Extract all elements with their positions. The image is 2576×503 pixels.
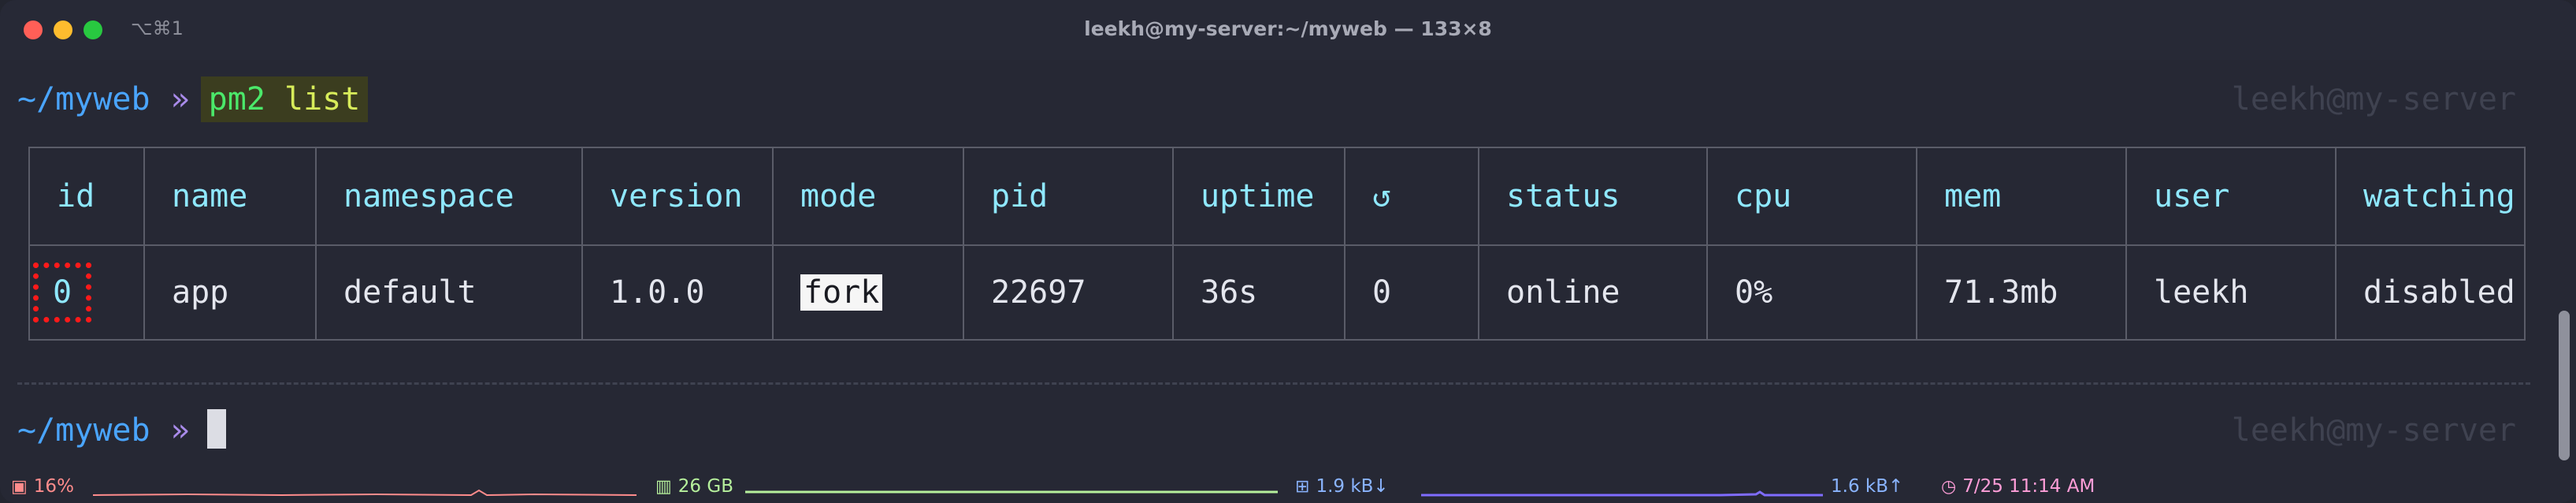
memory-sparkline: [745, 490, 1278, 494]
prompt-divider: [17, 382, 2530, 385]
col-header-version: version: [581, 147, 774, 246]
memory-chip-icon: ▥: [655, 477, 672, 497]
cell-name: app: [143, 244, 317, 341]
col-header-user: user: [2125, 147, 2337, 246]
command-text: pm2 list: [200, 76, 369, 122]
cell-namespace: default: [315, 244, 583, 341]
cpu-status: ▣ 16%: [11, 476, 74, 497]
cpu-value: 16%: [33, 476, 74, 497]
col-header-mem: mem: [1916, 147, 2127, 246]
network-sparkline: [1421, 490, 1823, 497]
window-title: leekh@my-server:~/myweb — 133×8: [1084, 17, 1492, 40]
network-down-value: 1.9 kB↓: [1316, 476, 1389, 497]
status-bar: ▣ 16% ▥ 26 GB ⊞ 1.9 kB↓ 1.6 kB↑ ◷ 7/25 11:14…: [0, 471, 2576, 503]
cell-mem: 71.3mb: [1916, 244, 2127, 341]
command-arg: list: [284, 81, 361, 117]
cell-status: online: [1478, 244, 1708, 341]
prompt-line-2[interactable]: ~/myweb »: [17, 407, 226, 454]
cell-version: 1.0.0: [581, 244, 774, 341]
highlighted-id: 0: [33, 263, 92, 322]
col-header-uptime: uptime: [1172, 147, 1346, 246]
col-header-id: id: [28, 147, 145, 246]
text-cursor[interactable]: [206, 409, 226, 449]
cell-watching: disabled: [2335, 244, 2526, 341]
table-header-row: id name namespace version mode pid uptim…: [28, 147, 2526, 246]
col-header-restarts: ↺: [1344, 147, 1479, 246]
cell-cpu: 0%: [1706, 244, 1917, 341]
clock-icon: ◷: [1941, 477, 1957, 497]
cpu-sparkline: [93, 489, 637, 497]
col-header-watching: watching: [2335, 147, 2526, 246]
col-header-status: status: [1478, 147, 1708, 246]
table-row[interactable]: 0 app default 1.0.0 fork 22697 36s 0 onl…: [28, 244, 2526, 341]
right-prompt-host: leekh@my-server: [2231, 81, 2516, 117]
cell-pid: 22697: [963, 244, 1174, 341]
clock-value: 7/25 11:14 AM: [1962, 476, 2095, 497]
network-down-status: ⊞ 1.9 kB↓: [1295, 476, 1389, 497]
cell-user: leekh: [2125, 244, 2337, 341]
network-up-status: 1.6 kB↑: [1831, 476, 1904, 497]
network-icon: ⊞: [1295, 477, 1310, 497]
terminal-window: ⌥⌘1 leekh@my-server:~/myweb — 133×8 ~/my…: [0, 0, 2576, 503]
col-header-name: name: [143, 147, 317, 246]
col-header-pid: pid: [963, 147, 1174, 246]
pm2-process-table: id name namespace version mode pid uptim…: [28, 147, 2526, 341]
col-header-cpu: cpu: [1706, 147, 1917, 246]
prompt-line-1: ~/myweb » pm2 list: [17, 76, 369, 123]
prompt-arrow: »: [170, 412, 190, 449]
prompt-arrow: »: [170, 81, 190, 117]
right-prompt-host: leekh@my-server: [2231, 412, 2516, 449]
clock-status: ◷ 7/25 11:14 AM: [1941, 476, 2095, 497]
scrollbar-thumb[interactable]: [2559, 311, 2570, 460]
col-header-mode: mode: [772, 147, 964, 246]
prompt-cwd: ~/myweb: [17, 412, 150, 449]
cell-id[interactable]: 0: [28, 244, 145, 341]
title-bar[interactable]: ⌥⌘1 leekh@my-server:~/myweb — 133×8: [0, 0, 2576, 60]
memory-status: ▥ 26 GB: [655, 476, 733, 497]
cell-uptime: 36s: [1172, 244, 1346, 341]
cell-mode: fork: [772, 244, 964, 341]
cell-restarts: 0: [1344, 244, 1479, 341]
terminal-content[interactable]: ~/myweb » pm2 list leekh@my-server id name…: [0, 60, 2576, 471]
selected-mode-text: fork: [800, 274, 883, 311]
col-header-namespace: namespace: [315, 147, 583, 246]
command-bin: pm2: [208, 81, 265, 117]
cpu-chip-icon: ▣: [11, 477, 28, 497]
prompt-cwd: ~/myweb: [17, 81, 150, 117]
memory-value: 26 GB: [677, 476, 733, 497]
